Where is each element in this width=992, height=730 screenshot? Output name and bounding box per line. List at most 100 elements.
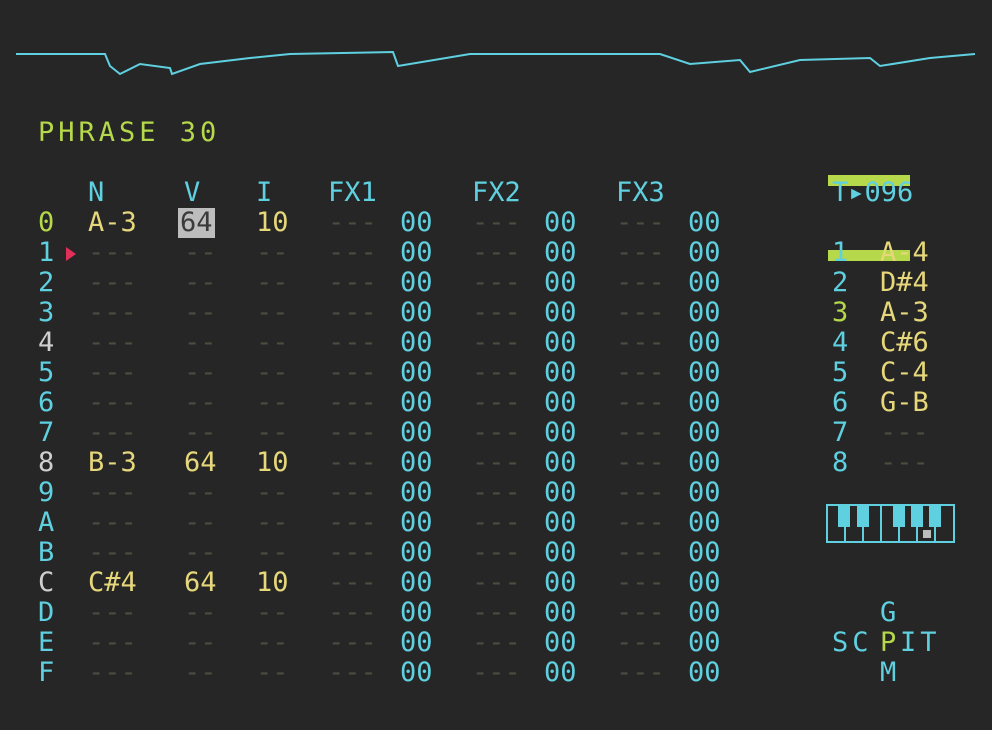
fx1-value-cell[interactable]: 00 [400,658,433,688]
velocity-cell[interactable]: -- [184,658,217,688]
fx2-value-cell[interactable]: 00 [544,418,577,448]
track-note[interactable]: --- [880,418,929,448]
fx1-command-cell[interactable]: --- [328,208,377,238]
note-cell[interactable]: C#4 [88,568,137,598]
velocity-cell[interactable]: -- [184,388,217,418]
fx3-value-cell[interactable]: 00 [688,478,721,508]
note-cell[interactable]: --- [88,478,137,508]
fx2-command-cell[interactable]: --- [472,628,521,658]
fx2-value-cell[interactable]: 00 [544,388,577,418]
fx2-value-cell[interactable]: 00 [544,328,577,358]
note-cell[interactable]: --- [88,238,137,268]
velocity-cell[interactable]: -- [184,268,217,298]
fx2-value-cell[interactable]: 00 [544,268,577,298]
fx1-command-cell[interactable]: --- [328,658,377,688]
fx3-command-cell[interactable]: --- [616,388,665,418]
fx1-value-cell[interactable]: 00 [400,598,433,628]
fx2-value-cell[interactable]: 00 [544,358,577,388]
velocity-cell[interactable]: -- [184,538,217,568]
fx2-value-cell[interactable]: 00 [544,508,577,538]
fx3-command-cell[interactable]: --- [616,208,665,238]
fx1-value-cell[interactable]: 00 [400,298,433,328]
fx1-value-cell[interactable]: 00 [400,448,433,478]
fx1-value-cell[interactable]: 00 [400,268,433,298]
note-cell[interactable]: --- [88,328,137,358]
note-cell[interactable]: A-3 [88,208,137,238]
instrument-cell[interactable]: -- [256,328,289,358]
fx2-value-cell[interactable]: 00 [544,448,577,478]
velocity-cell[interactable]: -- [184,478,217,508]
fx3-command-cell[interactable]: --- [616,418,665,448]
fx3-command-cell[interactable]: --- [616,598,665,628]
track-note[interactable]: G-B [880,388,929,418]
fx3-value-cell[interactable]: 00 [688,598,721,628]
instrument-cell[interactable]: -- [256,388,289,418]
fx1-command-cell[interactable]: --- [328,238,377,268]
fx2-value-cell[interactable]: 00 [544,208,577,238]
fx2-command-cell[interactable]: --- [472,478,521,508]
fx1-value-cell[interactable]: 00 [400,328,433,358]
fx3-value-cell[interactable]: 00 [688,388,721,418]
velocity-cell[interactable]: -- [184,508,217,538]
note-cell[interactable]: --- [88,268,137,298]
note-cell[interactable]: --- [88,538,137,568]
fx1-value-cell[interactable]: 00 [400,478,433,508]
fx3-command-cell[interactable]: --- [616,658,665,688]
instrument-cell[interactable]: -- [256,358,289,388]
nav-mixer[interactable]: M [880,658,896,688]
fx3-value-cell[interactable]: 00 [688,538,721,568]
fx1-command-cell[interactable]: --- [328,388,377,418]
fx3-command-cell[interactable]: --- [616,238,665,268]
fx1-command-cell[interactable]: --- [328,538,377,568]
cursor-velocity-cell[interactable]: 64 [178,208,215,238]
fx3-value-cell[interactable]: 00 [688,658,721,688]
nav-right[interactable]: IT [900,628,941,658]
track-note[interactable]: C#6 [880,328,929,358]
fx1-command-cell[interactable]: --- [328,448,377,478]
fx3-value-cell[interactable]: 00 [688,208,721,238]
fx3-command-cell[interactable]: --- [616,628,665,658]
fx1-command-cell[interactable]: --- [328,268,377,298]
instrument-cell[interactable]: -- [256,418,289,448]
fx2-command-cell[interactable]: --- [472,208,521,238]
fx2-command-cell[interactable]: --- [472,328,521,358]
fx1-command-cell[interactable]: --- [328,478,377,508]
fx3-value-cell[interactable]: 00 [688,238,721,268]
velocity-cell[interactable]: -- [184,598,217,628]
note-cell[interactable]: --- [88,358,137,388]
fx1-value-cell[interactable]: 00 [400,358,433,388]
tempo-display[interactable]: T▸096 [832,178,913,208]
instrument-cell[interactable]: -- [256,538,289,568]
fx1-command-cell[interactable]: --- [328,418,377,448]
fx1-command-cell[interactable]: --- [328,568,377,598]
nav-groove[interactable]: G [880,598,896,628]
fx3-command-cell[interactable]: --- [616,328,665,358]
note-cell[interactable]: --- [88,598,137,628]
track-note[interactable]: C-4 [880,358,929,388]
fx2-command-cell[interactable]: --- [472,238,521,268]
nav-phrase-current[interactable]: P [880,628,896,658]
fx3-command-cell[interactable]: --- [616,478,665,508]
fx2-command-cell[interactable]: --- [472,658,521,688]
instrument-cell[interactable]: -- [256,628,289,658]
fx2-value-cell[interactable]: 00 [544,598,577,628]
fx3-command-cell[interactable]: --- [616,268,665,298]
fx3-value-cell[interactable]: 00 [688,628,721,658]
fx2-value-cell[interactable]: 00 [544,628,577,658]
fx3-value-cell[interactable]: 00 [688,358,721,388]
fx3-value-cell[interactable]: 00 [688,418,721,448]
instrument-cell[interactable]: -- [256,508,289,538]
velocity-cell[interactable]: -- [184,418,217,448]
fx3-command-cell[interactable]: --- [616,448,665,478]
fx3-command-cell[interactable]: --- [616,508,665,538]
fx3-value-cell[interactable]: 00 [688,508,721,538]
instrument-cell[interactable]: 10 [256,568,289,598]
fx1-value-cell[interactable]: 00 [400,538,433,568]
fx1-command-cell[interactable]: --- [328,508,377,538]
fx3-value-cell[interactable]: 00 [688,268,721,298]
fx1-value-cell[interactable]: 00 [400,568,433,598]
fx1-command-cell[interactable]: --- [328,298,377,328]
velocity-cell[interactable]: 64 [184,568,217,598]
velocity-cell[interactable]: -- [184,628,217,658]
fx1-value-cell[interactable]: 00 [400,238,433,268]
